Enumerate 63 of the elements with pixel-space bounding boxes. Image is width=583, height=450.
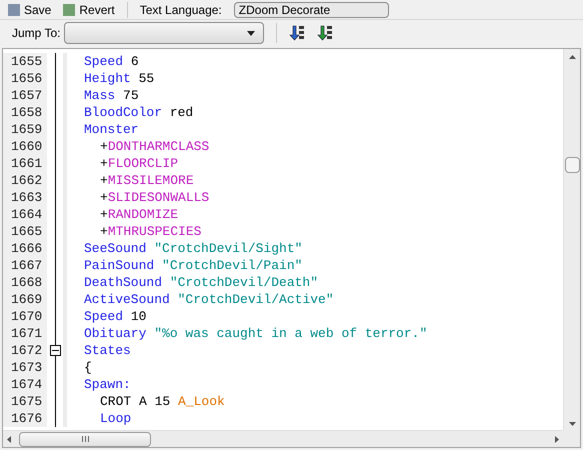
- code-line: CROT A 15 A_Look: [100, 393, 225, 410]
- line-number: 1657: [3, 87, 47, 104]
- scrollbar-thumb[interactable]: [19, 432, 151, 446]
- code-line: +RANDOMIZE: [100, 206, 178, 223]
- line-number: 1676: [3, 410, 47, 427]
- code-line: Obituary "%o was caught in a web of terror.": [84, 325, 428, 342]
- line-number: 1672: [3, 342, 47, 359]
- horizontal-scrollbar[interactable]: [3, 430, 563, 447]
- line-number: 1665: [3, 223, 47, 240]
- line-number: 1667: [3, 257, 47, 274]
- jump-to-label: Jump To:: [12, 25, 60, 42]
- line-number: 1656: [3, 70, 47, 87]
- code-line: Speed 10: [84, 308, 146, 325]
- line-number: 1674: [3, 376, 47, 393]
- fold-toggle[interactable]: [50, 345, 60, 356]
- dropdown-caret-icon: [247, 30, 256, 36]
- line-number: 1670: [3, 308, 47, 325]
- code-line: Mass 75: [84, 87, 139, 104]
- code-line: SeeSound "CrotchDevil/Sight": [84, 240, 302, 257]
- code-line: +MISSILEMORE: [100, 172, 194, 189]
- scroll-up-icon[interactable]: [568, 55, 576, 59]
- sort-arrow-icon[interactable]: [289, 25, 306, 41]
- line-number: 1655: [3, 53, 47, 70]
- scroll-right-icon[interactable]: [555, 436, 559, 442]
- line-number: 1675: [3, 393, 47, 410]
- line-number: 1663: [3, 189, 47, 206]
- line-number: 1664: [3, 206, 47, 223]
- code-line: ActiveSound "CrotchDevil/Active": [84, 291, 334, 308]
- line-number: 1659: [3, 121, 47, 138]
- code-line: DeathSound "CrotchDevil/Death": [84, 274, 318, 291]
- jump-to-dropdown[interactable]: [64, 22, 264, 44]
- scroll-left-icon[interactable]: [7, 436, 11, 442]
- code-line: +MTHRUSPECIES: [100, 223, 202, 240]
- line-number: 1658: [3, 104, 47, 121]
- code-line: +FLOORCLIP: [100, 155, 178, 172]
- scrollbar-thumb[interactable]: [564, 157, 580, 173]
- line-number: 1668: [3, 274, 47, 291]
- code-line: Monster: [84, 121, 139, 138]
- text-language-dropdown[interactable]: ZDoom Decorate: [234, 2, 389, 18]
- save-button[interactable]: Save: [8, 0, 52, 18]
- line-number: 1660: [3, 138, 47, 155]
- code-line: PainSound "CrotchDevil/Pain": [84, 257, 302, 274]
- code-line: States: [84, 342, 131, 359]
- code-line: Spawn:: [84, 376, 131, 393]
- line-number: 1661: [3, 155, 47, 172]
- line-number: 1669: [3, 291, 47, 308]
- code-line: Height 55: [84, 70, 154, 87]
- scroll-down-icon[interactable]: [568, 422, 576, 426]
- code-line: {: [84, 359, 92, 376]
- vertical-scrollbar[interactable]: [563, 49, 580, 430]
- code-line: BloodColor red: [84, 104, 194, 121]
- line-number: 1671: [3, 325, 47, 342]
- code-line: +SLIDESONWALLS: [100, 189, 210, 206]
- code-line: +DONTHARMCLASS: [100, 138, 210, 155]
- line-number: 1662: [3, 172, 47, 189]
- code-line: Loop: [100, 410, 132, 427]
- line-number: 1673: [3, 359, 47, 376]
- revert-button[interactable]: Revert: [63, 0, 115, 18]
- line-number: 1666: [3, 240, 47, 257]
- sort-arrow-icon[interactable]: [317, 25, 334, 41]
- grip-icon: [82, 436, 88, 442]
- text-language-label: Text Language:: [140, 2, 222, 18]
- code-line: Speed 6: [84, 53, 139, 70]
